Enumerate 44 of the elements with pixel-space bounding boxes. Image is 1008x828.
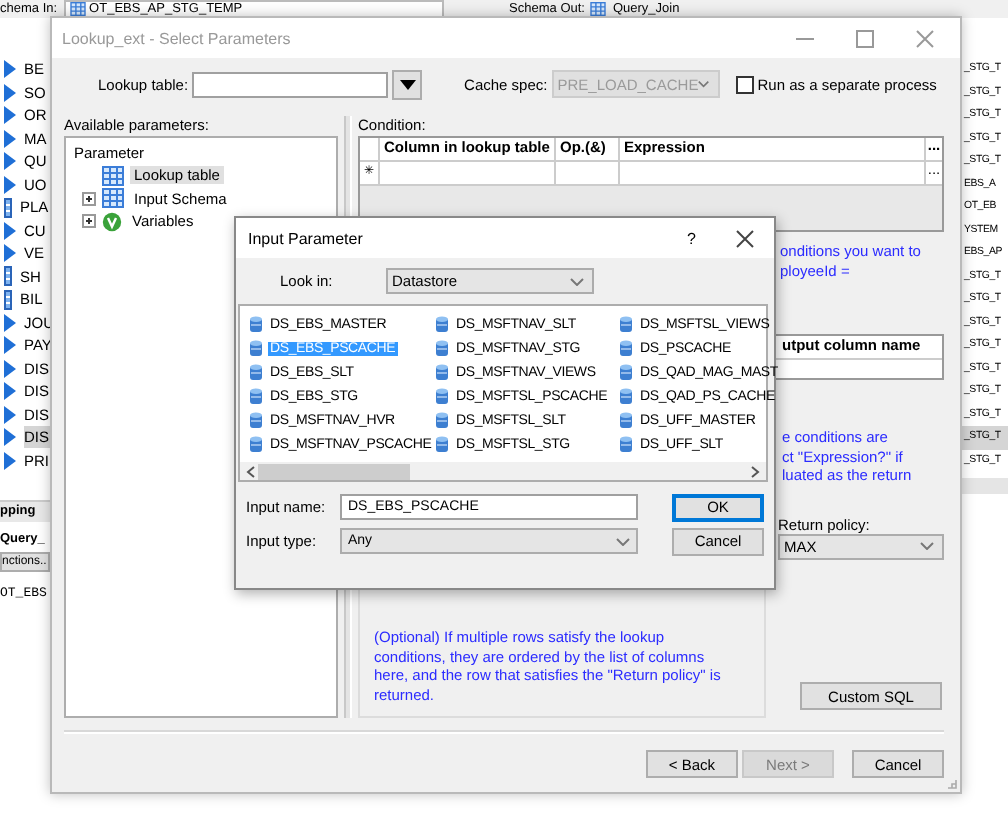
scroll-right-icon[interactable]: [750, 465, 760, 477]
scrollbar[interactable]: [240, 462, 766, 480]
table-icon: [102, 165, 124, 186]
checkbox[interactable]: [735, 75, 754, 93]
database-icon: [620, 387, 632, 405]
database-icon: [250, 339, 262, 357]
help-button[interactable]: ?: [687, 229, 696, 247]
database-icon: [436, 315, 448, 333]
database-icon: [250, 411, 262, 429]
lookup-table-field[interactable]: [192, 71, 389, 97]
database-icon: [620, 435, 632, 453]
caret-icon: [399, 79, 416, 89]
database-icon: [620, 315, 632, 333]
database-icon: [436, 411, 448, 429]
scroll-left-icon[interactable]: [246, 465, 256, 477]
table-icon: [590, 2, 607, 16]
database-icon: [436, 387, 448, 405]
scrollbar[interactable]: [962, 478, 1008, 494]
expand-icon[interactable]: [82, 214, 96, 229]
table-icon: [69, 2, 86, 16]
chevron-icon: [616, 537, 630, 545]
chevron-icon: [698, 80, 710, 88]
database-icon: [436, 363, 448, 381]
chevron-icon: [920, 542, 934, 550]
database-icon: [250, 435, 262, 453]
dropdown-button[interactable]: [392, 69, 423, 99]
database-icon: [436, 339, 448, 357]
database-icon: [620, 339, 632, 357]
database-icon: [620, 411, 632, 429]
window-title: Lookup_ext - Select Parameters: [62, 29, 291, 47]
maximize-button[interactable]: [856, 29, 874, 47]
variable-icon: [102, 211, 122, 232]
column-icon: [4, 197, 12, 218]
resize-grip-icon[interactable]: [946, 778, 958, 790]
window-title: Input Parameter: [248, 229, 363, 247]
database-icon: [620, 363, 632, 381]
database-icon: [436, 435, 448, 453]
chevron-icon: [570, 277, 584, 285]
database-icon: [250, 315, 262, 333]
table-icon: [102, 188, 124, 209]
close-button[interactable]: [736, 229, 754, 247]
expand-icon[interactable]: [82, 191, 96, 206]
database-icon: [250, 387, 262, 405]
database-icon: [250, 363, 262, 381]
